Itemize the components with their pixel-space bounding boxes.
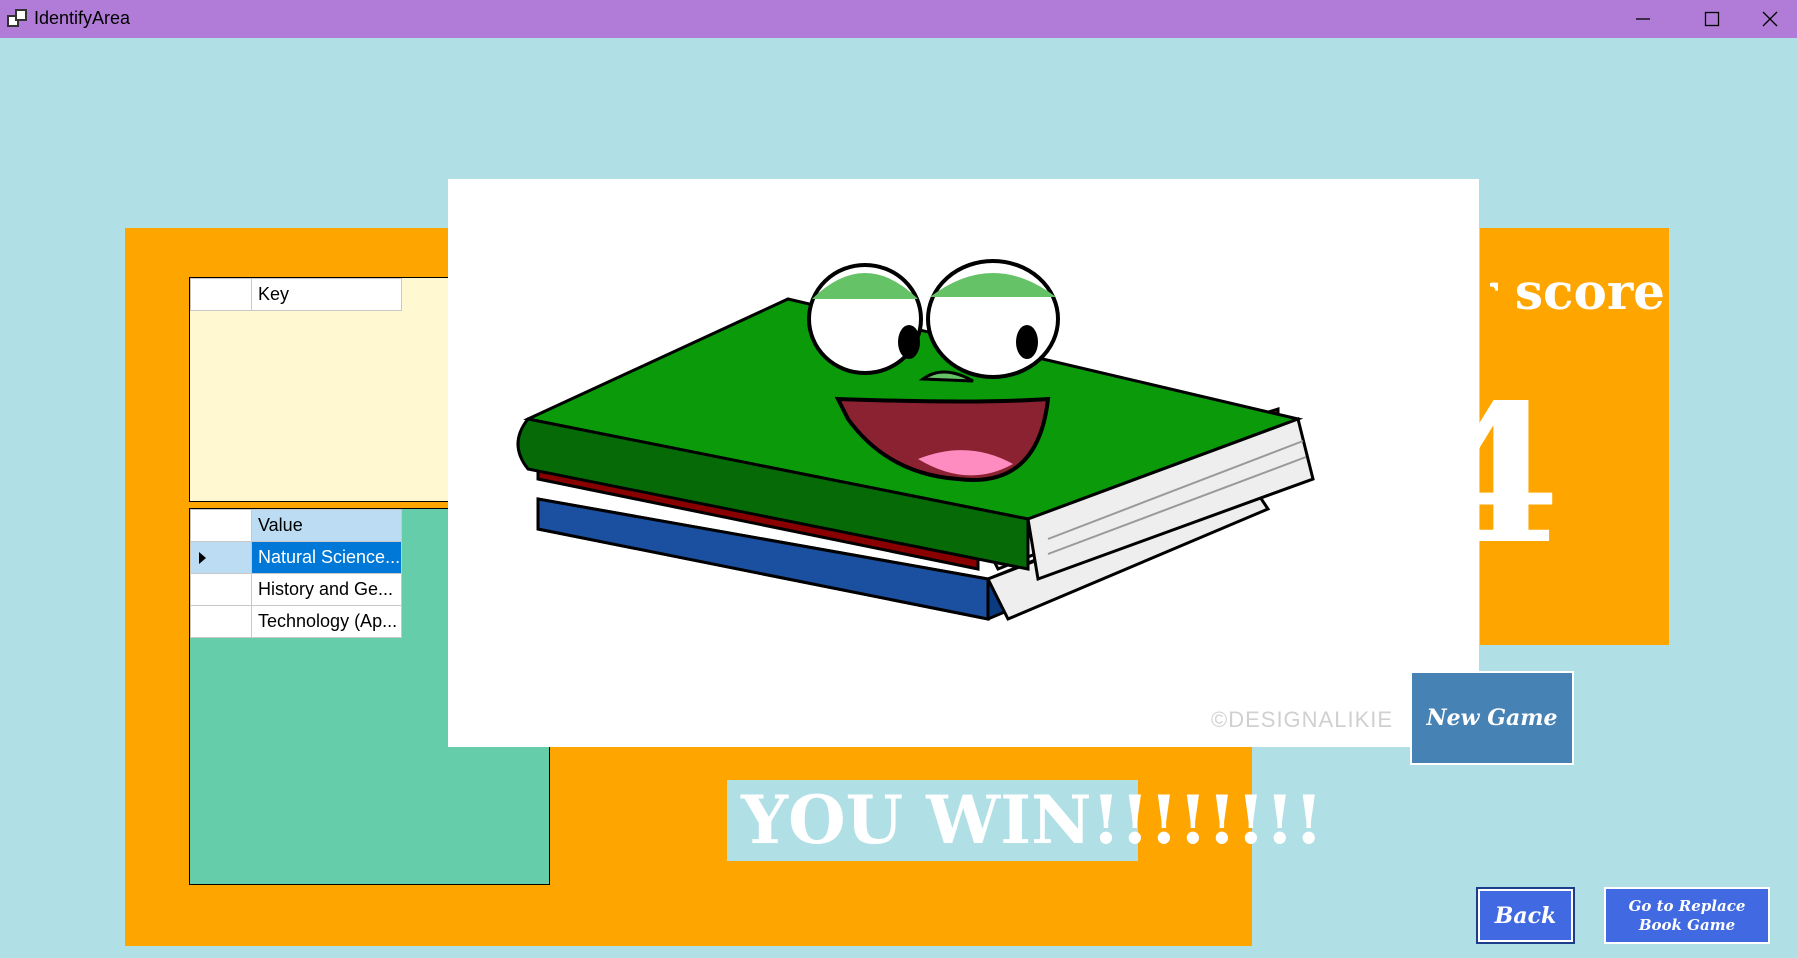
- value-grid-header-row: Value: [190, 509, 402, 542]
- table-row[interactable]: History and Ge...: [190, 573, 402, 606]
- key-grid-header-row: Key: [190, 278, 402, 311]
- win-banner: YOU WIN!!!!!!!!: [727, 780, 1323, 861]
- table-row[interactable]: Natural Science...: [190, 541, 402, 574]
- title-bar: IdentifyArea: [0, 0, 1797, 38]
- row-header[interactable]: [190, 541, 252, 574]
- row-header[interactable]: [190, 605, 252, 638]
- replace-line-2: Book Game: [1638, 915, 1736, 934]
- row-header-corner[interactable]: [190, 509, 252, 542]
- new-game-button[interactable]: New Game: [1410, 671, 1574, 765]
- value-cell[interactable]: Technology (Ap...: [251, 605, 402, 638]
- go-to-replace-book-game-button[interactable]: Go to Replace Book Game: [1604, 887, 1770, 944]
- win-picture: ©DESIGNALIKIE: [448, 179, 1479, 747]
- smiling-books-icon: [516, 259, 1315, 621]
- image-watermark: ©DESIGNALIKIE: [1211, 707, 1394, 732]
- minimize-button[interactable]: [1616, 0, 1670, 38]
- close-icon: [1762, 11, 1778, 27]
- maximize-button[interactable]: [1685, 0, 1739, 38]
- minimize-icon: [1636, 18, 1650, 20]
- app-icon: [7, 9, 27, 27]
- score-label: Your score:: [1490, 262, 1665, 321]
- replace-line-1: Go to Replace: [1628, 896, 1746, 915]
- row-header[interactable]: [190, 573, 252, 606]
- back-button[interactable]: Back: [1476, 887, 1575, 944]
- key-column-header[interactable]: Key: [251, 278, 402, 311]
- replace-button-label: Go to Replace Book Game: [1629, 897, 1746, 935]
- value-column-header[interactable]: Value: [251, 509, 402, 542]
- current-row-arrow-icon: [199, 552, 206, 564]
- value-cell[interactable]: History and Ge...: [251, 573, 402, 606]
- value-cell[interactable]: Natural Science...: [251, 541, 402, 574]
- table-row[interactable]: Technology (Ap...: [190, 605, 402, 638]
- row-header-corner[interactable]: [190, 278, 252, 311]
- window-title: IdentifyArea: [34, 8, 131, 28]
- close-button[interactable]: [1743, 0, 1797, 38]
- maximize-icon: [1704, 11, 1720, 27]
